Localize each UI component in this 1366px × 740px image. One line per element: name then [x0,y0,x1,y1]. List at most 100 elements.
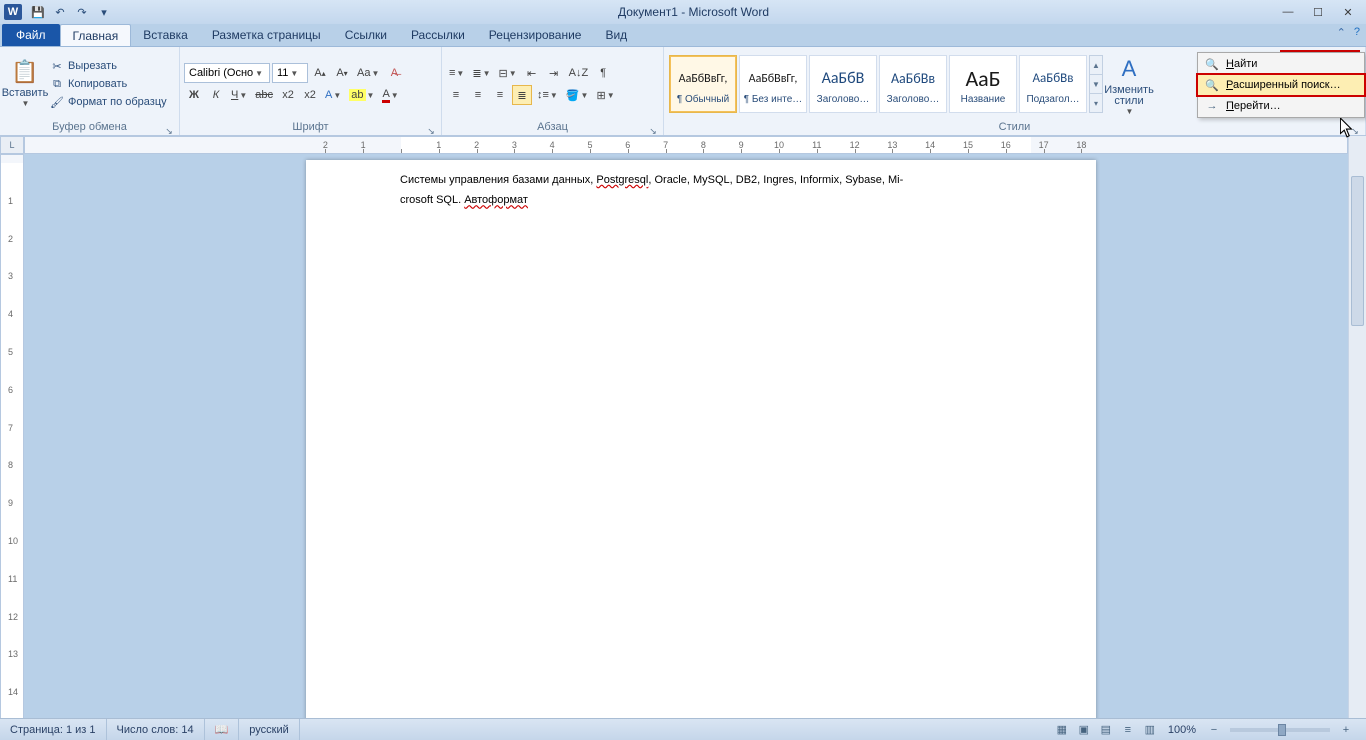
status-proofing[interactable]: 📖 [205,719,240,740]
redo-icon[interactable]: ↷ [73,3,91,21]
font-color-button[interactable]: A▼ [379,85,401,105]
paragraph-launcher[interactable]: ↘ [647,123,659,135]
style-item-normal[interactable]: АаБбВвГг,¶ Обычный [669,55,737,113]
tab-home[interactable]: Главная [60,24,132,46]
shading-button[interactable]: 🪣▼ [563,85,592,105]
tab-mailings[interactable]: Рассылки [399,24,477,46]
view-full-screen[interactable]: ▣ [1074,721,1094,739]
status-language[interactable]: русский [239,719,299,740]
zoom-out-button[interactable]: − [1204,721,1224,739]
menu-item-goto[interactable]: → Перейти… [1198,95,1364,117]
align-left-button[interactable]: ≡ [446,85,466,105]
horizontal-ruler[interactable]: 21123456789101112131415161718 [24,136,1348,154]
decrease-indent-button[interactable]: ⇤ [522,63,542,83]
document-text[interactable]: Системы управления базами данных, Postgr… [400,168,1026,209]
line-spacing-button[interactable]: ↕≡▼ [534,85,561,105]
style-item-no-spacing[interactable]: АаБбВвГг,¶ Без инте… [739,55,807,113]
zoom-slider[interactable] [1230,728,1330,732]
font-name-combo[interactable]: Calibri (Осно▼ [184,63,270,83]
view-web-layout[interactable]: ▤ [1096,721,1116,739]
text-effects-button[interactable]: A▼ [322,85,344,105]
grow-font-button[interactable]: A▴ [310,63,330,83]
style-item-heading2[interactable]: АаБбВвЗаголово… [879,55,947,113]
clipboard-launcher[interactable]: ↘ [163,123,175,135]
clear-formatting-button[interactable]: A̶ [384,63,404,83]
numbering-button[interactable]: ≣▼ [469,63,493,83]
help-icon[interactable]: ? [1354,26,1360,39]
multilevel-list-button[interactable]: ⊟▼ [495,63,519,83]
copy-button[interactable]: ⧉Копировать [46,75,175,93]
underline-button[interactable]: Ч▼ [228,85,250,105]
bold-button[interactable]: Ж [184,85,204,105]
subscript-button[interactable]: x2 [278,85,298,105]
borders-button[interactable]: ⊞▼ [593,85,617,105]
superscript-button[interactable]: x2 [300,85,320,105]
qat-customize-icon[interactable]: ▾ [95,3,113,21]
window-title: Документ1 - Microsoft Word [113,5,1274,19]
font-size-combo[interactable]: 11▼ [272,63,308,83]
status-page[interactable]: Страница: 1 из 1 [0,719,107,740]
align-right-button[interactable]: ≡ [490,85,510,105]
page[interactable]: Системы управления базами данных, Postgr… [306,160,1096,718]
vertical-ruler[interactable]: 123456789101112131415 [0,154,24,718]
app-icon: W [4,4,22,20]
minimize-ribbon-icon[interactable]: ⌃ [1337,26,1346,39]
group-font: Calibri (Осно▼ 11▼ A▴ A▾ Aa▼ A̶ Ж К Ч▼ a… [180,47,442,135]
document-area[interactable]: Системы управления базами данных, Postgr… [24,154,1348,718]
zoom-level[interactable]: 100% [1168,724,1196,736]
increase-indent-button[interactable]: ⇥ [544,63,564,83]
format-painter-button[interactable]: 🖌Формат по образцу [46,93,175,111]
scrollbar-thumb[interactable] [1351,176,1364,326]
style-item-title[interactable]: АаБНазвание [949,55,1017,113]
workspace: L 21123456789101112131415161718 12345678… [0,136,1366,718]
menu-item-advanced-find[interactable]: 🔍 Расширенный поиск… [1197,74,1365,96]
font-launcher[interactable]: ↘ [425,123,437,135]
tab-file[interactable]: Файл [2,24,60,46]
group-paragraph: ≡▼ ≣▼ ⊟▼ ⇤ ⇥ A↓Z ¶ ≡ ≡ ≡ ≣ ↕≡▼ 🪣▼ ⊞▼ Абз… [442,47,664,135]
styles-gallery[interactable]: АаБбВвГг,¶ Обычный АаБбВвГг,¶ Без инте… … [668,53,1104,115]
styles-launcher[interactable]: ↘ [1349,123,1361,135]
group-label-font: Шрифт [292,121,328,133]
style-item-heading1[interactable]: АаБбВЗаголово… [809,55,877,113]
change-styles-button[interactable]: A Изменить стили ▼ [1104,51,1154,117]
undo-icon[interactable]: ↶ [51,3,69,21]
copy-icon: ⧉ [50,78,64,91]
justify-button[interactable]: ≣ [512,85,532,105]
tab-page-layout[interactable]: Разметка страницы [200,24,333,46]
align-center-button[interactable]: ≡ [468,85,488,105]
menu-item-find[interactable]: 🔍 Найти [1198,53,1364,75]
save-icon[interactable]: 💾 [29,3,47,21]
shrink-font-button[interactable]: A▾ [332,63,352,83]
ruler-corner[interactable]: L [0,136,24,154]
bullets-button[interactable]: ≡▼ [446,63,467,83]
style-item-subtitle[interactable]: АаБбВвПодзагол… [1019,55,1087,113]
vertical-scrollbar[interactable] [1348,136,1366,718]
strikethrough-button[interactable]: abc [252,85,276,105]
view-outline[interactable]: ≡ [1118,721,1138,739]
italic-button[interactable]: К [206,85,226,105]
ribbon: 📋 Вставить ▼ ✂Вырезать ⧉Копировать 🖌Форм… [0,46,1366,136]
gallery-scroll[interactable]: ▲▼▾ [1089,55,1103,113]
status-word-count[interactable]: Число слов: 14 [107,719,205,740]
group-label-paragraph: Абзац [537,121,568,133]
zoom-in-button[interactable]: + [1336,721,1356,739]
maximize-button[interactable]: ☐ [1304,3,1332,21]
group-clipboard: 📋 Вставить ▼ ✂Вырезать ⧉Копировать 🖌Форм… [0,47,180,135]
minimize-button[interactable]: — [1274,3,1302,21]
highlight-button[interactable]: ab▼ [346,85,377,105]
view-print-layout[interactable]: ▦ [1052,721,1072,739]
view-draft[interactable]: ▥ [1140,721,1160,739]
tab-references[interactable]: Ссылки [333,24,399,46]
sort-button[interactable]: A↓Z [566,63,592,83]
tab-insert[interactable]: Вставка [131,24,200,46]
brush-icon: 🖌 [50,96,64,109]
cut-button[interactable]: ✂Вырезать [46,57,175,75]
zoom-slider-knob[interactable] [1278,724,1286,736]
change-case-button[interactable]: Aa▼ [354,63,382,83]
paste-button[interactable]: 📋 Вставить ▼ [4,49,46,115]
show-marks-button[interactable]: ¶ [593,63,613,83]
tab-review[interactable]: Рецензирование [477,24,594,46]
paste-icon: 📋 [9,56,41,88]
close-button[interactable]: ✕ [1334,3,1362,21]
tab-view[interactable]: Вид [593,24,639,46]
